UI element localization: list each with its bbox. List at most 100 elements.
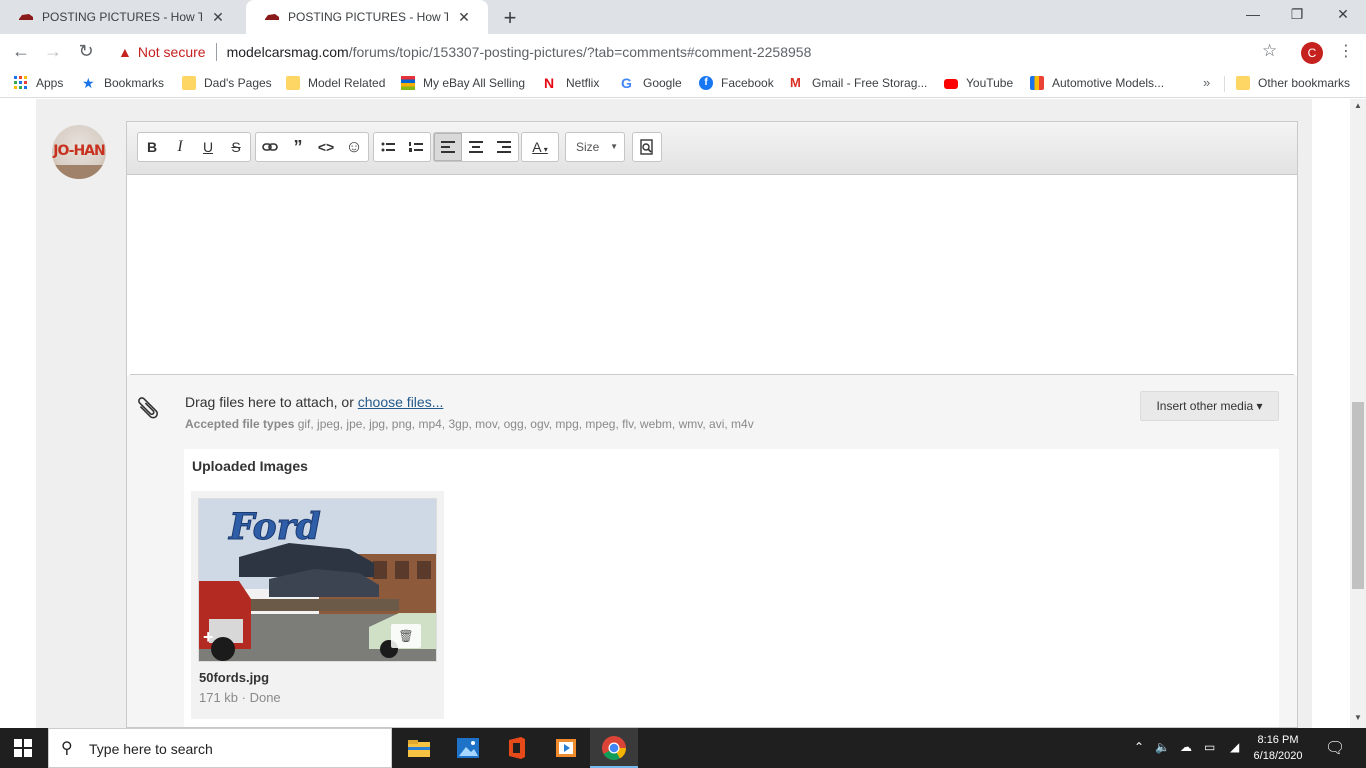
not-secure-label[interactable]: Not secure xyxy=(138,44,206,60)
bookmark-star-icon[interactable]: ☆ xyxy=(1262,41,1277,61)
trash-icon[interactable]: 🗑 xyxy=(391,624,421,648)
window-close-button[interactable]: ✕ xyxy=(1328,6,1358,23)
search-placeholder: Type here to search xyxy=(89,741,213,757)
uploaded-images-panel: Uploaded Images Ford + 🗑 50fords.jpg 171… xyxy=(184,449,1279,727)
new-tab-button[interactable]: + xyxy=(498,5,522,31)
folder-icon xyxy=(286,76,300,90)
volume-icon[interactable]: 🔈 xyxy=(1155,740,1170,754)
windows-start-icon[interactable] xyxy=(14,739,32,757)
emoji-icon[interactable]: ☺ xyxy=(340,133,368,161)
user-avatar[interactable]: JO-HAN xyxy=(52,125,106,179)
windows-taskbar: ⚲ Type here to search ⌃ 🔈 ☁ ▭ ◢ 8:16 PM … xyxy=(0,728,1366,768)
drag-text: Drag files here to attach, or xyxy=(185,394,358,410)
photos-icon[interactable] xyxy=(454,734,482,762)
notifications-icon[interactable]: 🗨 xyxy=(1325,738,1345,758)
attachment-area[interactable]: Drag files here to attach, or choose fil… xyxy=(127,375,1297,727)
tray-expand-icon[interactable]: ⌃ xyxy=(1134,740,1144,754)
italic-button[interactable]: I xyxy=(166,133,194,161)
onedrive-cloud-icon[interactable]: ☁ xyxy=(1180,740,1192,754)
url-path: /forums/topic/153307-posting-pictures/?t… xyxy=(348,44,812,60)
bookmark-bookmarks[interactable]: ★ Bookmarks xyxy=(82,76,164,90)
reload-button[interactable]: ↻ xyxy=(75,41,97,62)
preview-icon[interactable] xyxy=(632,132,662,162)
scrollbar-thumb[interactable] xyxy=(1352,402,1364,589)
color-group: A ▾ xyxy=(521,132,559,162)
bookmark-netflix[interactable]: N Netflix xyxy=(544,76,599,90)
align-center-icon[interactable] xyxy=(462,133,490,161)
accepted-label: Accepted file types xyxy=(185,417,295,431)
list-group xyxy=(373,132,431,162)
forward-button[interactable]: → xyxy=(42,41,64,62)
bookmark-dads-pages[interactable]: Dad's Pages xyxy=(182,76,272,90)
align-left-icon[interactable] xyxy=(434,133,462,161)
office-icon[interactable] xyxy=(503,734,531,762)
battery-icon[interactable]: ▭ xyxy=(1204,740,1215,754)
menu-kebab-icon[interactable]: ⋮ xyxy=(1338,41,1354,61)
scroll-down-arrow-icon[interactable]: ▼ xyxy=(1350,713,1366,722)
tab-posting-pictures-2[interactable]: POSTING PICTURES - How To Use ✕ xyxy=(246,0,488,34)
drag-files-text: Drag files here to attach, or choose fil… xyxy=(185,394,443,410)
bookmark-model-related[interactable]: Model Related xyxy=(286,76,385,90)
media-player-icon[interactable] xyxy=(552,734,580,762)
bullet-list-icon[interactable] xyxy=(374,133,402,161)
address-separator xyxy=(215,43,217,61)
bookmark-youtube[interactable]: YouTube xyxy=(944,76,1013,90)
strikethrough-button[interactable]: S xyxy=(222,133,250,161)
file-explorer-icon[interactable] xyxy=(405,734,433,762)
bookmark-ebay[interactable]: My eBay All Selling xyxy=(401,76,525,90)
bookmark-gmail[interactable]: M Gmail - Free Storag... xyxy=(790,76,927,91)
taskbar-clock[interactable]: 8:16 PM 6/18/2020 xyxy=(1250,732,1306,764)
bookmarks-overflow-button[interactable]: » xyxy=(1203,75,1210,90)
quote-icon[interactable]: ” xyxy=(284,133,312,161)
restore-button[interactable]: ❐ xyxy=(1282,6,1312,23)
align-right-icon[interactable] xyxy=(490,133,518,161)
file-status: 171 kb · Done xyxy=(199,690,281,705)
uploaded-image-card[interactable]: Ford + 🗑 50fords.jpg 171 kb · Done xyxy=(191,491,444,719)
bookmark-label: My eBay All Selling xyxy=(423,76,526,90)
scroll-up-arrow-icon[interactable]: ▲ xyxy=(1350,101,1366,110)
bookmark-google[interactable]: G Google xyxy=(621,76,682,90)
bookmark-automotive-models[interactable]: Automotive Models... xyxy=(1030,76,1164,90)
numbered-list-icon[interactable] xyxy=(402,133,430,161)
tab-close-icon[interactable]: ✕ xyxy=(210,9,226,26)
other-bookmarks[interactable]: Other bookmarks xyxy=(1236,76,1350,90)
page-content: JO-HAN B I U S ” <> ☺ A ▾ Size ▼ Drag fi… xyxy=(0,99,1350,728)
insert-group: ” <> ☺ xyxy=(255,132,369,162)
avatar-base xyxy=(52,165,106,179)
bookmarks-separator xyxy=(1224,76,1225,92)
page-scrollbar[interactable]: ▲ ▼ xyxy=(1350,99,1366,728)
tab-close-icon[interactable]: ✕ xyxy=(456,9,472,26)
code-icon[interactable]: <> xyxy=(312,133,340,161)
car-favicon-icon xyxy=(19,14,33,20)
file-name: 50fords.jpg xyxy=(199,670,270,685)
caret-down-icon: ▾ xyxy=(541,145,548,154)
bookmark-apps[interactable]: Apps xyxy=(14,76,63,90)
link-icon[interactable] xyxy=(256,133,284,161)
back-button[interactable]: ← xyxy=(10,41,32,62)
editor-text-area[interactable] xyxy=(130,176,1294,375)
format-group: B I U S xyxy=(137,132,251,162)
tab-title: POSTING PICTURES - How To Use xyxy=(42,10,202,24)
address-bar[interactable]: ▲ Not secure modelcarsmag.com/forums/top… xyxy=(108,38,1294,66)
minimize-button[interactable]: — xyxy=(1238,6,1268,22)
font-size-select[interactable]: Size ▼ xyxy=(565,132,625,162)
tab-title: POSTING PICTURES - How To Use xyxy=(288,10,448,24)
insert-image-plus-icon[interactable]: + xyxy=(203,627,214,648)
taskbar-search-box[interactable]: ⚲ Type here to search xyxy=(48,728,392,768)
ebay-icon xyxy=(401,76,415,90)
tab-posting-pictures-1[interactable]: POSTING PICTURES - How To Use ✕ xyxy=(0,0,246,34)
bookmark-facebook[interactable]: f Facebook xyxy=(699,76,774,90)
ford-sign-text: Ford xyxy=(228,506,321,548)
apps-grid-icon xyxy=(14,76,27,89)
underline-button[interactable]: U xyxy=(194,133,222,161)
bookmark-label: Netflix xyxy=(566,76,600,90)
bold-button[interactable]: B xyxy=(138,133,166,161)
insert-other-media-button[interactable]: Insert other media ▾ xyxy=(1140,391,1279,421)
chrome-taskbar-button[interactable] xyxy=(590,728,638,768)
text-color-button[interactable]: A ▾ xyxy=(522,133,558,161)
profile-avatar[interactable]: C xyxy=(1301,42,1323,64)
car-favicon-icon xyxy=(265,14,279,20)
bookmark-label: Other bookmarks xyxy=(1258,76,1351,90)
wifi-icon[interactable]: ◢ xyxy=(1230,740,1239,754)
choose-files-link[interactable]: choose files... xyxy=(358,394,444,410)
